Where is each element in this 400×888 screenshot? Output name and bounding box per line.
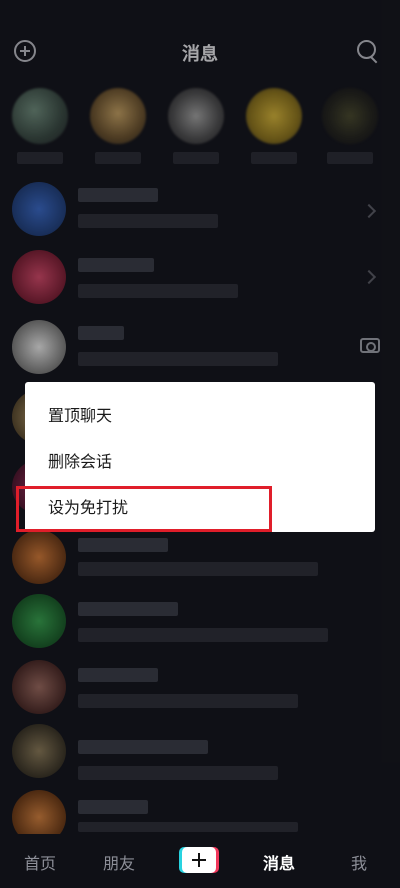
menu-item-pin-chat[interactable]: 置顶聊天	[48, 402, 112, 426]
create-button[interactable]	[182, 847, 216, 873]
tab-messages[interactable]: 消息	[263, 850, 295, 874]
tab-bar: 首页 朋友 消息 我	[0, 834, 400, 888]
menu-item-delete-chat[interactable]: 删除会话	[48, 448, 112, 472]
tab-home[interactable]: 首页	[24, 850, 56, 874]
highlight-box	[16, 486, 272, 532]
tab-me[interactable]: 我	[351, 850, 367, 874]
tab-friends[interactable]: 朋友	[103, 850, 135, 874]
